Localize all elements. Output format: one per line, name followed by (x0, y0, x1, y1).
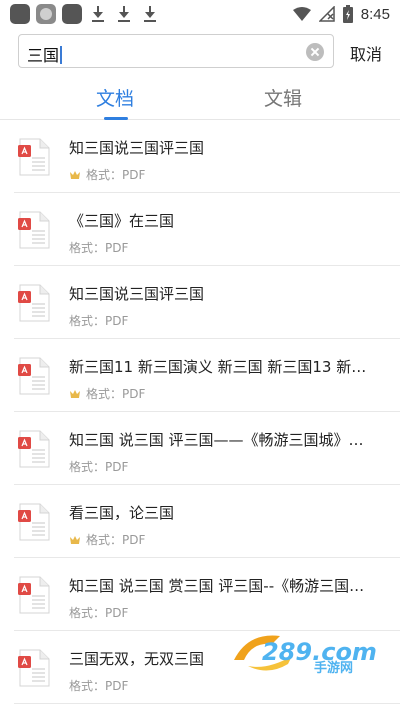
result-item[interactable]: 知三国说三国评三国 格式：PDF (14, 266, 400, 339)
result-item[interactable]: 《三国》在三国 格式：PDF (14, 193, 400, 266)
result-meta: 格式：PDF (69, 385, 145, 402)
result-title[interactable]: 知三国 说三国 评三国——《畅游三国城》活动方案 (69, 429, 369, 450)
result-title[interactable]: 知三国说三国评三国 (69, 283, 369, 304)
result-meta: 格式：PDF (69, 604, 128, 621)
result-format: 格式：PDF (69, 679, 129, 693)
system-indicators: 8:45 (292, 5, 390, 23)
pdf-file-icon (18, 284, 50, 322)
site-watermark: 289.com 手游网 (234, 635, 377, 676)
tab-documents[interactable]: 文档 (96, 84, 134, 111)
search-row: 三国 取消 (0, 32, 400, 70)
tab-collections[interactable]: 文辑 (264, 84, 302, 111)
result-tabs: 文档 文辑 (0, 78, 400, 120)
result-list: 知三国说三国评三国 格式：PDF 《三国》在三国 格式：PDF 知三国说三国评三… (0, 120, 400, 704)
photo-app-icon (36, 4, 56, 24)
wifi-icon (292, 7, 311, 21)
watermark-logo: 289.com 手游网 (234, 635, 377, 676)
result-format: 格式：PDF (86, 168, 146, 182)
download-icon (114, 4, 134, 24)
search-input[interactable]: 三国 (18, 34, 334, 68)
pdf-file-icon (18, 138, 50, 176)
status-bar: 8:45 (0, 0, 400, 28)
result-meta: 格式：PDF (69, 458, 128, 475)
result-item[interactable]: 知三国说三国评三国 格式：PDF (14, 120, 400, 193)
result-title[interactable]: 知三国 说三国 赏三国 评三国--《畅游三国城》 (69, 575, 369, 596)
result-title[interactable]: 《三国》在三国 (69, 210, 369, 231)
result-meta: 格式：PDF (69, 166, 145, 183)
result-meta: 格式：PDF (69, 312, 128, 329)
cancel-button[interactable]: 取消 (350, 41, 382, 65)
clock: 8:45 (360, 5, 390, 23)
result-meta: 格式：PDF (69, 677, 128, 694)
pdf-file-icon (18, 211, 50, 249)
result-format: 格式：PDF (69, 241, 129, 255)
result-item[interactable]: 知三国 说三国 赏三国 评三国--《畅游三国城》 格式：PDF (14, 558, 400, 631)
pdf-file-icon (18, 503, 50, 541)
result-title[interactable]: 知三国说三国评三国 (69, 137, 369, 158)
app-icon (10, 4, 30, 24)
download-icon (140, 4, 160, 24)
result-format: 格式：PDF (86, 533, 146, 547)
vip-icon (70, 535, 80, 544)
result-meta: 格式：PDF (69, 531, 145, 548)
result-item[interactable]: 知三国 说三国 评三国——《畅游三国城》活动方案 格式：PDF (14, 412, 400, 485)
battery-icon (342, 5, 353, 23)
result-meta: 格式：PDF (69, 239, 128, 256)
clear-icon[interactable] (306, 43, 324, 61)
pdf-file-icon (18, 649, 50, 687)
result-item[interactable]: 新三国11 新三国演义 新三国 新三国13 新三国 格式：PDF (14, 339, 400, 412)
result-format: 格式：PDF (69, 314, 129, 328)
result-format: 格式：PDF (69, 460, 129, 474)
result-title[interactable]: 新三国11 新三国演义 新三国 新三国13 新三国 (69, 356, 369, 377)
result-format: 格式：PDF (69, 606, 129, 620)
result-title[interactable]: 看三国，论三国 (69, 502, 369, 523)
watermark-subtext: 手游网 (314, 660, 353, 676)
pdf-file-icon (18, 357, 50, 395)
pdf-file-icon (18, 430, 50, 468)
result-format: 格式：PDF (86, 387, 146, 401)
no-signal-icon (318, 6, 335, 22)
download-icon (88, 4, 108, 24)
vip-icon (70, 170, 80, 179)
text-cursor (60, 46, 63, 64)
result-item[interactable]: 看三国，论三国 格式：PDF (14, 485, 400, 558)
app-icon (62, 4, 82, 24)
search-query[interactable]: 三国 (27, 42, 63, 66)
vip-icon (70, 389, 80, 398)
notification-icons (10, 4, 160, 24)
pdf-file-icon (18, 576, 50, 614)
